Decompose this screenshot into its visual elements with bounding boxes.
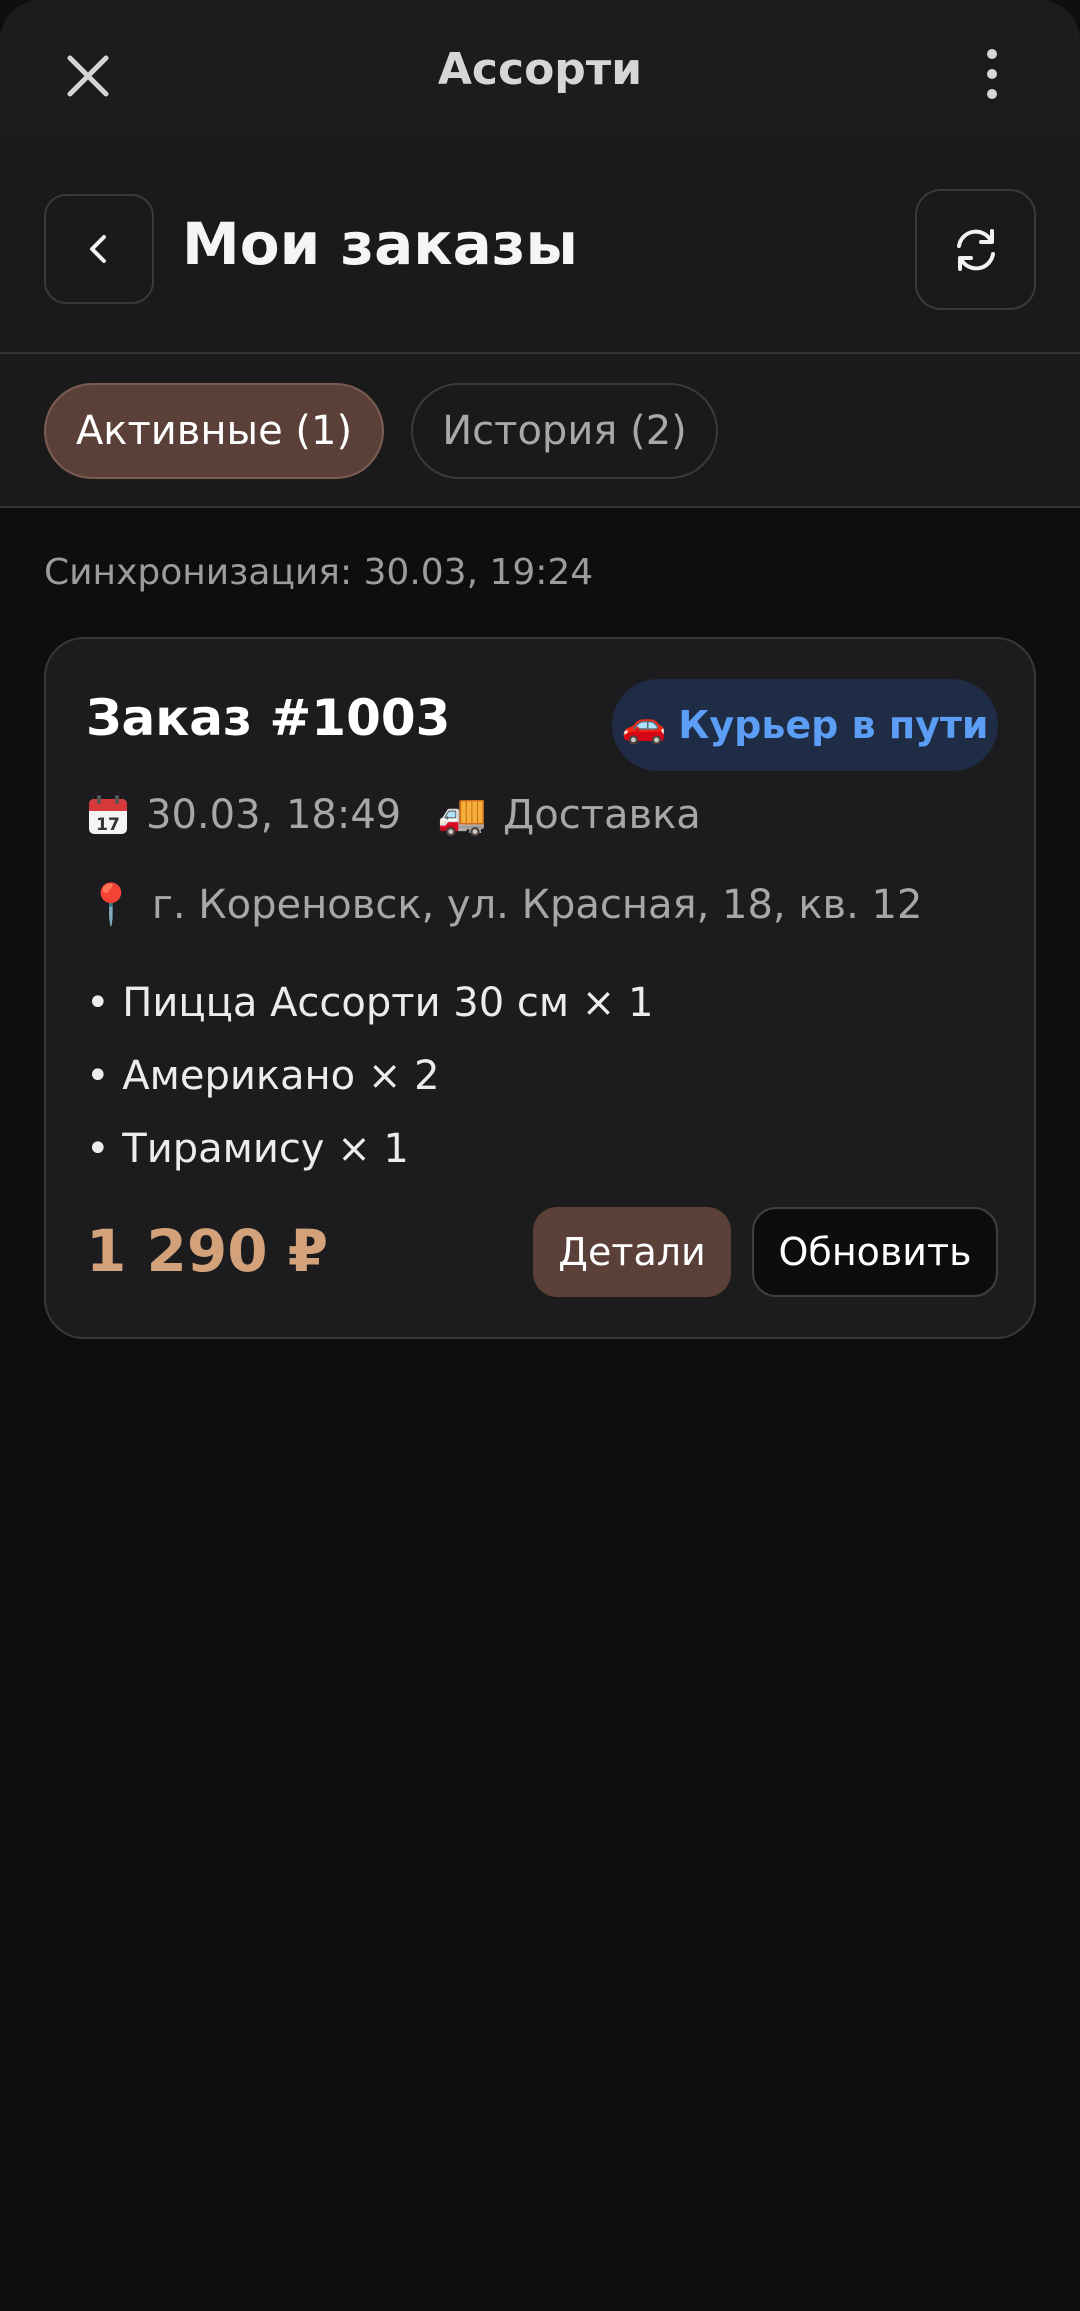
pin-icon: 📍 [86,882,136,928]
order-address: г. Кореновск, ул. Красная, 18, кв. 12 [151,881,923,928]
truck-icon: 🚚 [437,792,488,838]
refresh-button[interactable] [915,189,1036,310]
car-icon: 🚗 [621,705,667,746]
status-badge: 🚗 Курьер в пути [612,679,998,771]
svg-text:17: 17 [96,815,120,835]
more-vertical-icon[interactable] [974,44,1010,104]
app-title-bar: Ассорти [0,0,1080,140]
sync-status: Синхронизация: 30.03, 19:24 [44,552,594,593]
order-address-row: 📍 г. Кореновск, ул. Красная, 18, кв. 12 [86,881,923,929]
list-item: • Тирамису × 1 [86,1126,409,1172]
tab-active-orders[interactable]: Активные (1) [44,383,384,479]
page-title: Мои заказы [182,210,578,278]
tab-order-history[interactable]: История (2) [411,383,718,479]
order-items-list: • Пицца Ассорти 30 см × 1 • Американо × … [86,967,653,1186]
back-button[interactable] [44,194,154,304]
refresh-icon [956,228,995,271]
status-label: Курьер в пути [678,703,989,747]
order-date-row: 17 30.03, 18:49 🚚 Доставка [86,791,701,838]
order-total: 1 290 ₽ [86,1217,329,1285]
details-button[interactable]: Детали [533,1207,731,1297]
order-card: Заказ #1003 🚗 Курьер в пути 17 30.03, 18… [44,637,1036,1339]
page-header: Мои заказы [0,140,1080,354]
chevron-left-icon [90,235,106,263]
calendar-icon: 17 [86,793,130,837]
update-order-button[interactable]: Обновить [752,1207,998,1297]
order-tabs: Активные (1) История (2) [0,354,1080,508]
order-date: 30.03, 18:49 [146,791,402,838]
list-item: • Пицца Ассорти 30 см × 1 [86,980,654,1026]
list-item: • Американо × 2 [86,1053,440,1099]
app-title: Ассорти [437,44,643,95]
order-title: Заказ #1003 [86,689,451,747]
delivery-type: Доставка [503,791,701,838]
